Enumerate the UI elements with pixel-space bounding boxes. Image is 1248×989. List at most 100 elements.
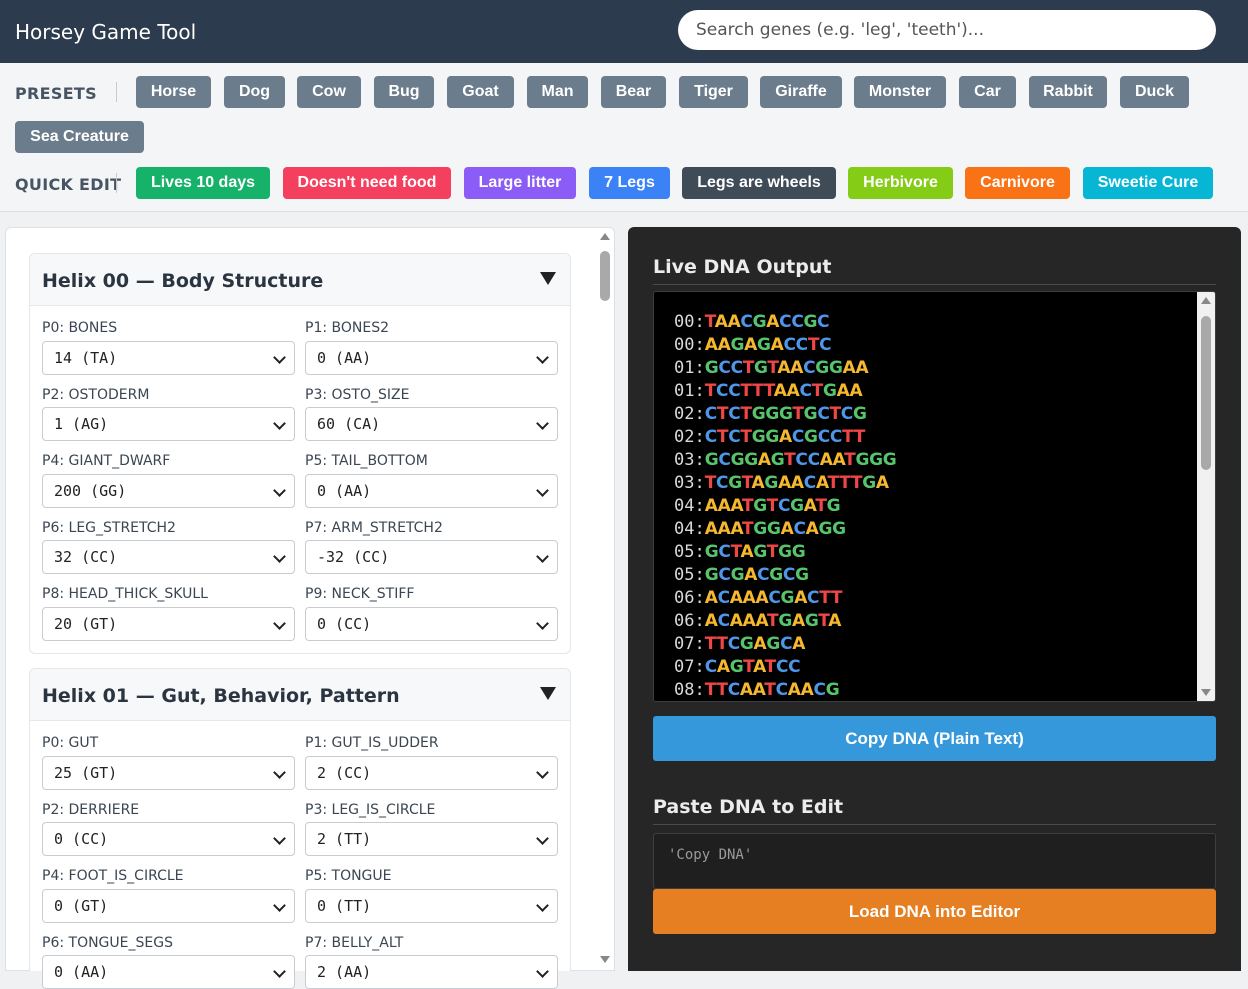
gene-select[interactable]: 2 (CC) — [305, 756, 558, 790]
app-title: Horsey Game Tool — [15, 20, 197, 44]
field-label: P5: TONGUE — [305, 868, 392, 884]
gene-select[interactable]: 14 (TA) — [42, 341, 295, 375]
quick-sweetie-cure-button[interactable]: Sweetie Cure — [1083, 167, 1213, 199]
divider — [653, 824, 1216, 825]
gene-select[interactable]: -32 (CC) — [305, 540, 558, 574]
scroll-up-arrow-icon[interactable] — [600, 233, 610, 240]
quick-herbivore-button[interactable]: Herbivore — [848, 167, 953, 199]
preset-goat-button[interactable]: Goat — [447, 76, 514, 108]
collapse-arrow-icon[interactable] — [540, 687, 556, 700]
field-label: P2: OSTODERM — [42, 387, 150, 403]
dna-output-box[interactable]: 00:TAACGACCGC 00:AAGAGACCTC 01:GCCTGTAACGG… — [653, 291, 1216, 702]
gene-select[interactable]: 200 (GG) — [42, 474, 295, 508]
field-label: P4: FOOT_IS_CIRCLE — [42, 868, 184, 884]
quick-legs-wheels-button[interactable]: Legs are wheels — [682, 167, 836, 199]
helix-header[interactable]: Helix 01 — Gut, Behavior, Pattern — [30, 669, 570, 721]
paste-dna-textarea[interactable] — [653, 833, 1216, 889]
dna-sequence: TTCGAGCA — [704, 634, 806, 654]
preset-rabbit-button[interactable]: Rabbit — [1029, 76, 1107, 108]
gene-select[interactable]: 0 (CC) — [305, 607, 558, 641]
chevron-down-icon — [273, 965, 286, 978]
gene-select[interactable]: 0 (CC) — [42, 822, 295, 856]
gene-select[interactable]: 0 (AA) — [305, 341, 558, 375]
gene-select[interactable]: 0 (AA) — [305, 474, 558, 508]
field-label: P3: LEG_IS_CIRCLE — [305, 802, 436, 818]
top-bar: Horsey Game Tool — [0, 0, 1248, 63]
scroll-up-arrow-icon[interactable] — [1201, 297, 1211, 304]
quick-carnivore-button[interactable]: Carnivore — [965, 167, 1070, 199]
load-dna-button[interactable]: Load DNA into Editor — [653, 889, 1216, 934]
divider — [653, 284, 1216, 285]
dna-line: 06:ACAAATGAGTA — [674, 611, 841, 631]
dna-sequence: CTCTGGACGCCTT — [704, 427, 866, 447]
preset-man-button[interactable]: Man — [527, 76, 588, 108]
field-label: P6: TONGUE_SEGS — [42, 935, 173, 951]
gene-select[interactable]: 0 (AA) — [42, 955, 295, 989]
preset-giraffe-button[interactable]: Giraffe — [760, 76, 842, 108]
scroll-down-arrow-icon[interactable] — [1201, 689, 1211, 696]
quick-lives-10-days-button[interactable]: Lives 10 days — [136, 167, 270, 199]
scroll-thumb[interactable] — [600, 251, 610, 301]
gene-select[interactable]: 2 (TT) — [305, 822, 558, 856]
preset-cow-button[interactable]: Cow — [297, 76, 361, 108]
field-label: P2: DERRIERE — [42, 802, 140, 818]
gene-select[interactable]: 0 (GT) — [42, 889, 295, 923]
field-label: P7: ARM_STRETCH2 — [305, 520, 443, 536]
quick-large-litter-button[interactable]: Large litter — [464, 167, 576, 199]
collapse-arrow-icon[interactable] — [540, 272, 556, 285]
preset-sea-creature-button[interactable]: Sea Creature — [15, 121, 144, 153]
dna-line: 03:TCGTAGAACATTTGA — [674, 473, 889, 493]
dna-line-number: 02: — [674, 427, 705, 447]
chevron-down-icon — [273, 417, 286, 430]
field-label: P7: BELLY_ALT — [305, 935, 404, 951]
preset-monster-button[interactable]: Monster — [854, 76, 946, 108]
select-value: 20 (GT) — [54, 615, 118, 633]
preset-tiger-button[interactable]: Tiger — [679, 76, 748, 108]
select-value: 0 (AA) — [54, 963, 109, 981]
scroll-thumb[interactable] — [1201, 316, 1211, 470]
field-label: P4: GIANT_DWARF — [42, 453, 171, 469]
quick-7-legs-button[interactable]: 7 Legs — [589, 167, 670, 199]
gene-select[interactable]: 25 (GT) — [42, 756, 295, 790]
preset-dog-button[interactable]: Dog — [224, 76, 285, 108]
preset-car-button[interactable]: Car — [959, 76, 1016, 108]
dna-scrollbar[interactable] — [1197, 292, 1215, 701]
preset-horse-button[interactable]: Horse — [136, 76, 211, 108]
preset-bug-button[interactable]: Bug — [374, 76, 434, 108]
editor-scrollbar[interactable] — [597, 227, 613, 971]
select-value: 2 (CC) — [317, 764, 372, 782]
preset-duck-button[interactable]: Duck — [1120, 76, 1189, 108]
chevron-down-icon — [273, 899, 286, 912]
quick-no-food-button[interactable]: Doesn't need food — [283, 167, 451, 199]
helix-header[interactable]: Helix 00 — Body Structure — [30, 254, 570, 306]
gene-select[interactable]: 60 (CA) — [305, 407, 558, 441]
select-value: 32 (CC) — [54, 548, 118, 566]
dna-line-number: 01: — [674, 358, 705, 378]
dna-line-number: 06: — [674, 588, 705, 608]
gene-select[interactable]: 32 (CC) — [42, 540, 295, 574]
chevron-down-icon — [273, 617, 286, 630]
scroll-down-arrow-icon[interactable] — [600, 956, 610, 963]
dna-sequence: CTCTGGGTGCTCG — [704, 404, 867, 424]
chevron-down-icon — [536, 351, 549, 364]
gene-select[interactable]: 1 (AG) — [42, 407, 295, 441]
output-title: Live DNA Output — [653, 256, 832, 278]
dna-line-number: 05: — [674, 565, 705, 585]
select-value: 25 (GT) — [54, 764, 118, 782]
dna-sequence: GCCTGTAACGGAA — [704, 358, 869, 378]
preset-bear-button[interactable]: Bear — [601, 76, 666, 108]
search-input[interactable] — [678, 10, 1216, 50]
select-value: 2 (TT) — [317, 830, 372, 848]
field-label: P1: GUT_IS_UDDER — [305, 735, 439, 751]
dna-sequence: GCTAGTGG — [704, 542, 806, 562]
select-value: -32 (CC) — [317, 548, 390, 566]
dna-line-number: 07: — [674, 657, 705, 677]
chevron-down-icon — [273, 832, 286, 845]
gene-select[interactable]: 2 (AA) — [305, 955, 558, 989]
dna-sequence: TCGTAGAACATTTGA — [704, 473, 889, 493]
field-label: P1: BONES2 — [305, 320, 390, 336]
copy-dna-button[interactable]: Copy DNA (Plain Text) — [653, 716, 1216, 761]
gene-select[interactable]: 20 (GT) — [42, 607, 295, 641]
gene-select[interactable]: 0 (TT) — [305, 889, 558, 923]
dna-line: 07:TTCGAGCA — [674, 634, 805, 654]
